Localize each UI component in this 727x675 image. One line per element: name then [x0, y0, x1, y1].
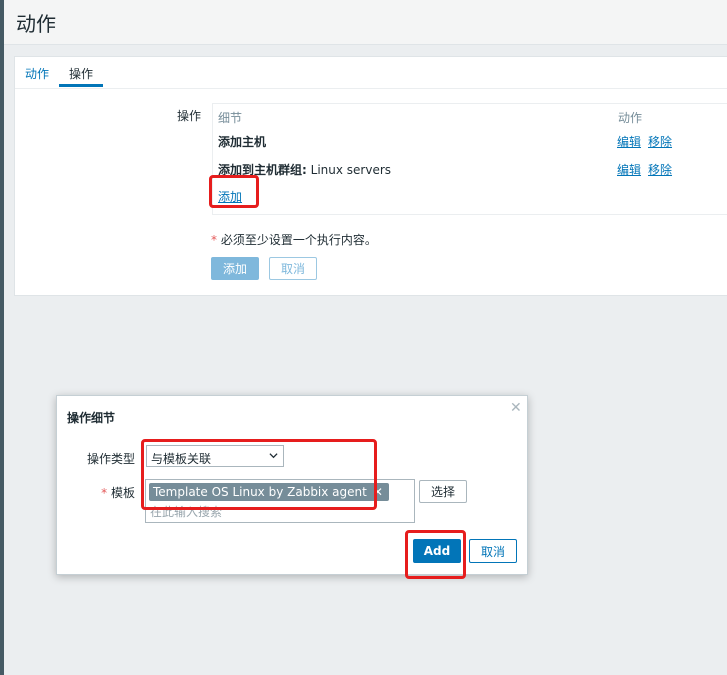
edit-link[interactable]: 编辑	[617, 161, 641, 178]
template-label: * 模板	[77, 484, 135, 501]
required-star: *	[101, 486, 108, 500]
page-title: 动作	[16, 12, 56, 36]
tab-bar: 动作 操作	[15, 57, 727, 89]
tab-operations[interactable]: 操作	[69, 65, 93, 82]
required-note: * 必须至少设置一个执行内容。	[211, 231, 377, 248]
selected-template-name: Template OS Linux by Zabbix agent	[153, 485, 367, 499]
column-header-details: 细节	[218, 111, 243, 125]
chevron-down-icon	[269, 453, 278, 459]
cancel-button[interactable]: 取消	[269, 257, 317, 280]
operation-details: 添加主机	[218, 135, 267, 149]
operation-details: 添加到主机群组: Linux servers	[218, 161, 391, 178]
close-icon[interactable]: ✕	[510, 400, 522, 416]
select-button[interactable]: 选择	[419, 480, 467, 503]
selected-template-chip: Template OS Linux by Zabbix agent ✕	[149, 483, 389, 501]
dialog-title: 操作细节	[67, 411, 116, 425]
operation-type-label: 操作类型	[86, 452, 135, 466]
edit-link[interactable]: 编辑	[617, 133, 641, 150]
dialog-add-button[interactable]: Add	[413, 539, 461, 563]
remove-chip-icon[interactable]: ✕	[373, 485, 383, 499]
required-star: *	[211, 233, 217, 247]
dialog-cancel-button[interactable]: 取消	[469, 539, 517, 563]
remove-link[interactable]: 移除	[648, 133, 672, 150]
operations-table: 细节 动作 添加主机 编辑 移除 添加到主机群组: Linux servers …	[212, 103, 727, 215]
column-header-action: 动作	[618, 111, 643, 125]
tab-action[interactable]: 动作	[25, 65, 49, 82]
template-label-text: 模板	[110, 486, 135, 500]
operation-type-value: 与模板关联	[151, 452, 212, 466]
active-tab-indicator	[59, 84, 103, 87]
operations-label: 操作	[177, 109, 202, 123]
header-bar: 动作	[4, 0, 727, 45]
add-button[interactable]: 添加	[211, 257, 259, 280]
add-operation-link[interactable]: 添加	[218, 188, 242, 205]
operation-details-value: Linux servers	[310, 163, 392, 177]
remove-link[interactable]: 移除	[648, 161, 672, 178]
action-form: 动作 操作 操作 细节 动作 添加主机 编辑 移除 添加到主机群组: Linux…	[14, 56, 727, 296]
template-search-input[interactable]	[150, 504, 408, 520]
operation-type-select[interactable]: 与模板关联	[146, 445, 284, 467]
required-note-text: 必须至少设置一个执行内容。	[220, 233, 377, 247]
operation-details-dialog: 操作细节 ✕ 操作类型 与模板关联 * 模板 Template OS Linux…	[56, 395, 528, 579]
sidebar-edge	[0, 0, 4, 675]
operation-details-title: 添加到主机群组:	[218, 163, 307, 177]
template-multiselect[interactable]: Template OS Linux by Zabbix agent ✕	[145, 479, 415, 523]
